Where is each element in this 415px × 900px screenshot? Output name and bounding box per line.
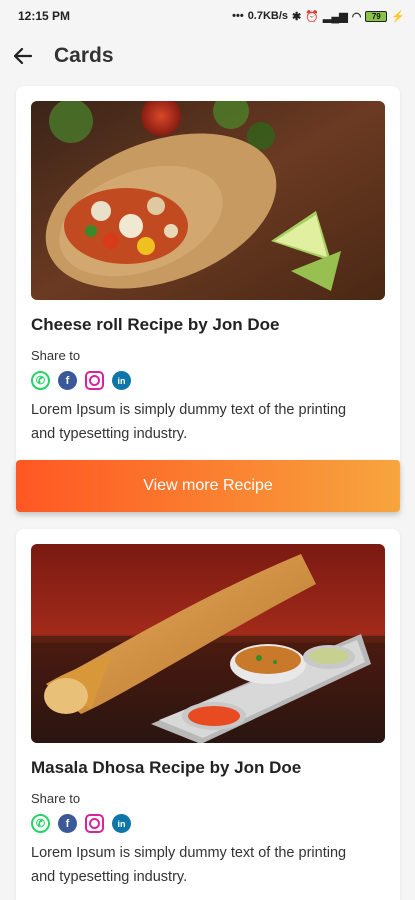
facebook-icon[interactable]: f bbox=[58, 814, 77, 833]
recipe-card: Cheese roll Recipe by Jon Doe Share to ✆… bbox=[16, 86, 400, 512]
social-icons: ✆ f in bbox=[31, 814, 131, 833]
recipe-description: Lorem Ipsum is simply dummy text of the … bbox=[31, 845, 347, 885]
recipe-title: Cheese roll Recipe by Jon Doe bbox=[31, 315, 280, 334]
recipe-description: Lorem Ipsum is simply dummy text of the … bbox=[31, 402, 347, 442]
battery-icon: 79 bbox=[365, 10, 388, 22]
share-label: Share to bbox=[31, 348, 81, 363]
status-time: 12:15 PM bbox=[18, 9, 71, 23]
social-icons: ✆ f in bbox=[31, 371, 131, 390]
instagram-icon[interactable] bbox=[85, 814, 104, 833]
alarm-icon: ⏰ bbox=[305, 10, 319, 23]
status-bar: 12:15 PM ••• 0.7KB/s ✱ ⏰ ▂▄▆ ◠ 79 ⚡ bbox=[0, 0, 415, 32]
whatsapp-icon[interactable]: ✆ bbox=[31, 371, 50, 390]
charging-icon: ⚡ bbox=[391, 10, 405, 23]
instagram-icon[interactable] bbox=[85, 371, 104, 390]
facebook-icon[interactable]: f bbox=[58, 371, 77, 390]
signal-icon: ▂▄▆ bbox=[322, 10, 348, 23]
bluetooth-icon: ✱ bbox=[292, 10, 302, 23]
back-arrow-icon bbox=[14, 48, 32, 64]
status-indicators: ••• 0.7KB/s ✱ ⏰ ▂▄▆ ◠ 79 ⚡ bbox=[232, 10, 405, 23]
page-title: Cards bbox=[54, 44, 114, 67]
more-dots-icon: ••• bbox=[232, 10, 244, 22]
linkedin-icon[interactable]: in bbox=[112, 371, 131, 390]
linkedin-icon[interactable]: in bbox=[112, 814, 131, 833]
recipe-card: Masala Dhosa Recipe by Jon Doe Share to … bbox=[16, 529, 400, 900]
recipe-image bbox=[31, 544, 385, 743]
back-button[interactable] bbox=[12, 45, 34, 67]
recipe-image bbox=[31, 101, 385, 300]
share-label: Share to bbox=[31, 791, 81, 806]
battery-level: 79 bbox=[371, 11, 381, 21]
app-bar: Cards bbox=[0, 32, 415, 80]
wifi-icon: ◠ bbox=[351, 10, 362, 23]
recipe-title: Masala Dhosa Recipe by Jon Doe bbox=[31, 758, 302, 777]
view-more-recipe-button[interactable]: View more Recipe bbox=[16, 460, 400, 512]
whatsapp-icon[interactable]: ✆ bbox=[31, 814, 50, 833]
network-speed: 0.7KB/s bbox=[247, 10, 289, 22]
